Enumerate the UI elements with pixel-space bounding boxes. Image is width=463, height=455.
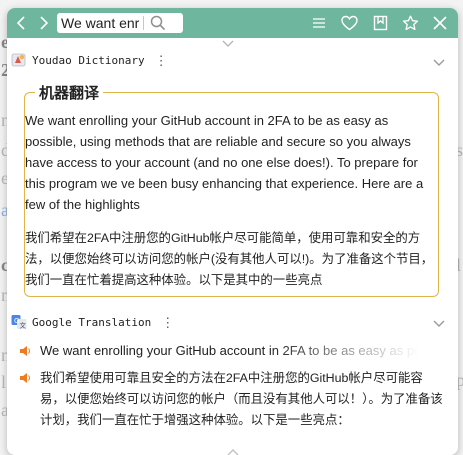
collapse-all-button[interactable] (221, 36, 235, 54)
google-source-text: We want enrolling your GitHub account in… (40, 343, 420, 358)
chevron-up-icon (227, 449, 239, 455)
google-translation-row: 我们希望使用可靠且安全的方法在2FA中注册您的GitHub帐户尽可能容易，以便您… (19, 368, 446, 431)
background-text: l (1, 372, 7, 392)
search-divider (143, 16, 144, 30)
search-button[interactable] (149, 8, 167, 38)
menu-button[interactable] (309, 8, 329, 38)
youdao-collapse-button[interactable] (432, 55, 446, 73)
youdao-more-icon[interactable]: ⋮ (155, 54, 168, 67)
youdao-source-text: We want enrolling your GitHub account in… (25, 113, 424, 212)
forward-button[interactable] (34, 8, 54, 38)
google-collapse-button[interactable] (432, 316, 446, 334)
svg-text:文: 文 (20, 321, 27, 330)
menu-icon (313, 18, 325, 28)
google-translation: 我们希望使用可靠且安全的方法在2FA中注册您的GitHub帐户尽可能容易，以便您… (40, 371, 443, 427)
search-icon (150, 15, 166, 31)
bookmark-icon (373, 15, 387, 31)
chevron-down-icon (222, 40, 234, 47)
machine-translation-title: 机器翻译 (35, 82, 104, 103)
heart-icon (340, 15, 358, 31)
youdao-logo-icon (11, 53, 26, 67)
chevron-down-icon (433, 59, 445, 66)
chevron-down-icon (433, 320, 445, 327)
speaker-icon (20, 346, 30, 356)
youdao-source-name: Youdao Dictionary (32, 53, 145, 67)
close-icon (433, 16, 447, 30)
back-button[interactable] (11, 8, 31, 38)
toolbar (7, 8, 458, 38)
speaker-icon (20, 373, 30, 383)
scroll-up-button[interactable] (226, 444, 240, 455)
translation-popup: Youdao Dictionary ⋮ 机器翻译 We want enrolli… (7, 8, 458, 455)
chevron-left-icon (16, 16, 25, 30)
chevron-right-icon (40, 16, 49, 30)
favorite-button[interactable] (339, 8, 359, 38)
close-button[interactable] (429, 8, 451, 38)
youdao-header[interactable]: Youdao Dictionary ⋮ (11, 50, 168, 70)
google-header[interactable]: G 文 Google Translation ⋮ (11, 312, 174, 332)
pin-button[interactable] (400, 8, 420, 38)
bookmark-button[interactable] (370, 8, 390, 38)
speaker-button[interactable] (19, 368, 33, 431)
google-translate-logo-icon: G 文 (11, 315, 27, 330)
speaker-button[interactable] (19, 341, 33, 362)
google-source-row: We want enrolling your GitHub account in… (19, 341, 420, 362)
google-more-icon[interactable]: ⋮ (161, 316, 174, 329)
google-source-name: Google Translation (32, 315, 152, 329)
search-input[interactable] (61, 15, 139, 31)
youdao-translation: 我们希望在2FA中注册您的GitHub帐户尽可能简单，使用可靠和安全的方法，以便… (25, 231, 434, 287)
star-icon (402, 15, 418, 31)
